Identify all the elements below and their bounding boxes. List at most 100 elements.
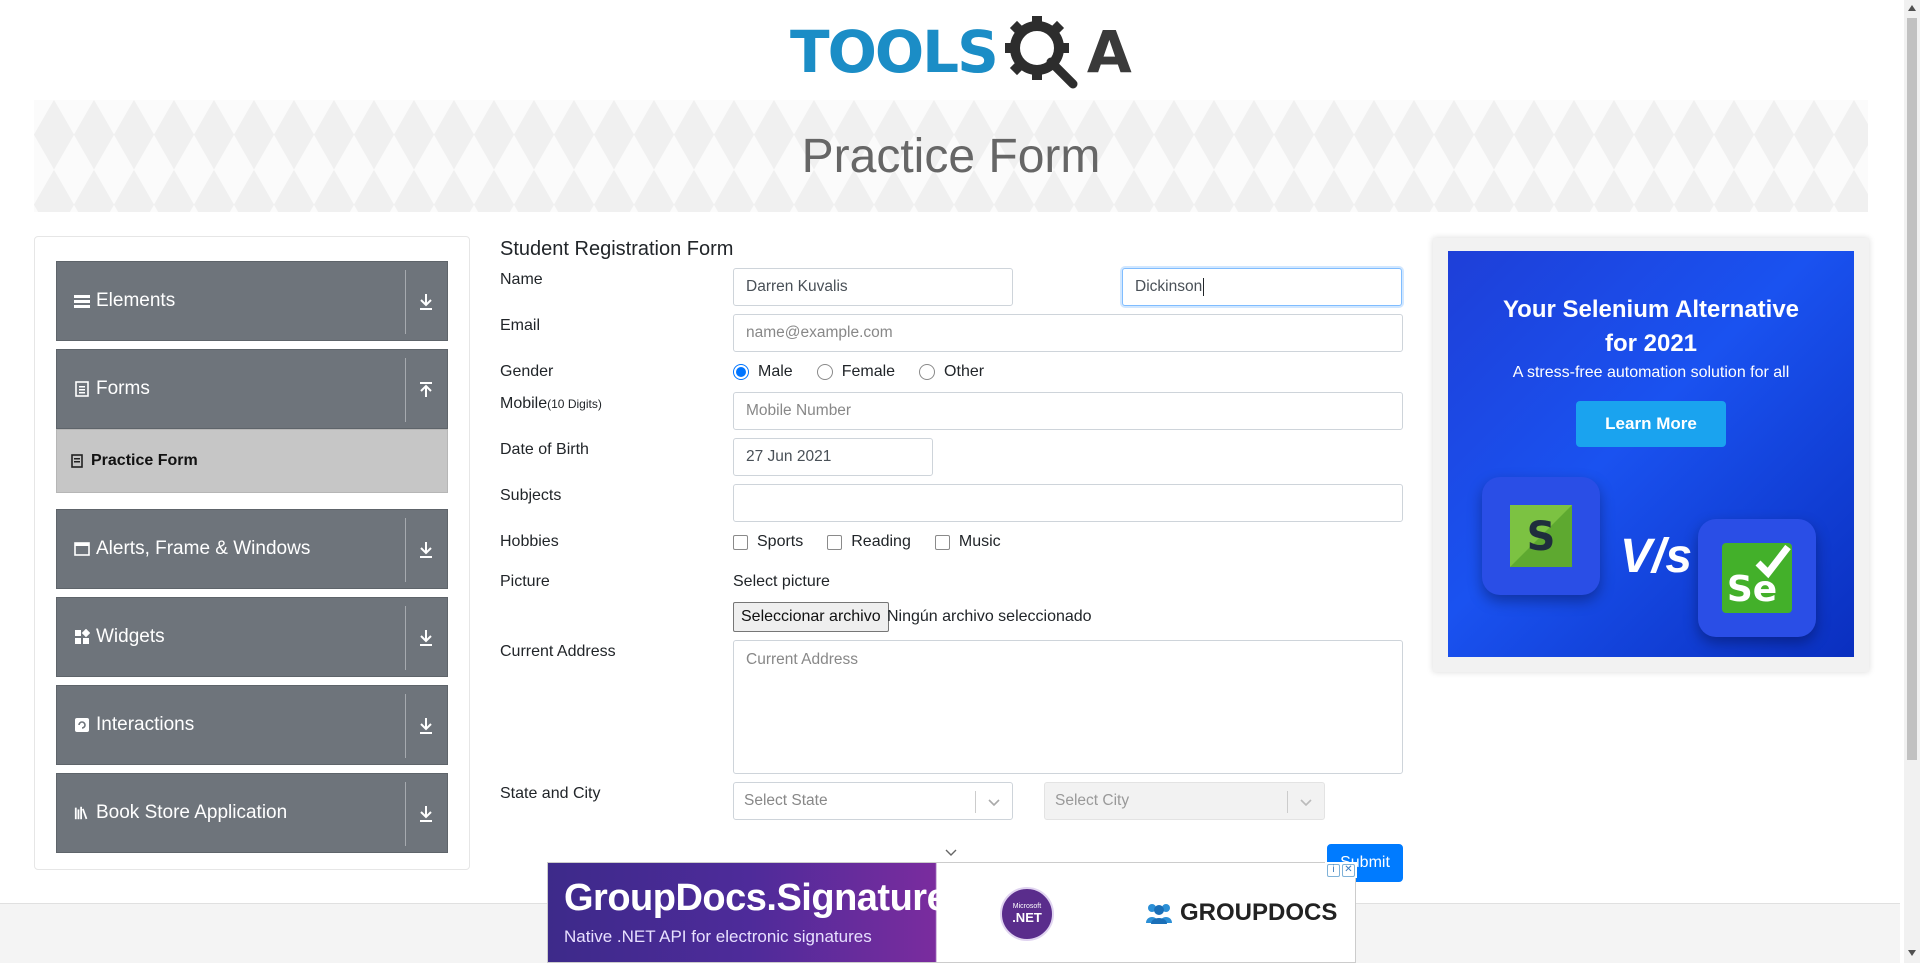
chevron-down-icon[interactable]	[1298, 794, 1314, 810]
sidebar-group-bookstore[interactable]: Book Store Application	[56, 773, 448, 853]
magnifier-gear-icon	[1004, 16, 1078, 89]
katalon-logo-icon: S	[1482, 477, 1600, 595]
choose-file-button[interactable]: Seleccionar archivo	[733, 602, 889, 632]
radio-button[interactable]	[816, 364, 833, 380]
group-label: Widgets	[96, 626, 165, 647]
divider	[405, 518, 406, 582]
dob-value: 27 Jun 2021	[746, 448, 832, 465]
checkbox[interactable]	[733, 534, 748, 550]
ad-title-line: for 2021	[1604, 330, 1698, 357]
chevron-down-icon[interactable]	[944, 848, 958, 858]
list-icon	[74, 293, 90, 309]
first-name-input[interactable]: Darren Kuvalis	[733, 268, 1013, 306]
group-header[interactable]: Alerts, Frame & Windows	[56, 509, 448, 589]
toolsqa-logo[interactable]: TOOLS A	[790, 14, 1132, 90]
current-address-textarea[interactable]: Current Address	[733, 640, 1403, 774]
sidebar-item-label: Practice Form	[91, 452, 198, 469]
gender-male-radio[interactable]: Male	[733, 363, 793, 381]
ad-logo-letter: S	[1527, 514, 1556, 560]
sidebar-item-practice-form[interactable]: Practice Form	[56, 429, 448, 493]
logo-text-tail: A	[1086, 18, 1132, 86]
window-icon	[74, 541, 90, 557]
hobby-sports-checkbox[interactable]: Sports	[733, 533, 803, 551]
chevron-down-icon[interactable]	[986, 794, 1002, 810]
expand-arrow-icon[interactable]	[415, 290, 437, 314]
select-separator	[1287, 791, 1288, 813]
group-label: Elements	[96, 290, 176, 311]
email-label: Email	[500, 317, 541, 334]
hobby-reading-checkbox[interactable]: Reading	[827, 533, 911, 551]
expand-arrow-icon[interactable]	[415, 714, 437, 738]
radio-button[interactable]	[919, 364, 936, 380]
subjects-input[interactable]	[733, 484, 1403, 522]
last-name-value: Dickinson	[1135, 278, 1203, 295]
email-placeholder: name@example.com	[746, 324, 893, 341]
first-name-value: Darren Kuvalis	[746, 278, 848, 295]
mobile-label-text: Mobile	[500, 395, 548, 412]
sidebar-group-forms[interactable]: Forms Practice Form	[56, 349, 448, 493]
scroll-up-arrow-icon[interactable]	[1907, 3, 1917, 13]
expand-arrow-icon[interactable]	[415, 626, 437, 650]
divider	[405, 358, 406, 422]
scroll-down-arrow-icon[interactable]	[1907, 948, 1917, 958]
checkbox[interactable]	[934, 534, 950, 550]
picture-label: Picture	[500, 573, 550, 590]
radio-label: Male	[758, 363, 793, 380]
divider	[405, 270, 406, 334]
ad-choices[interactable]: i ✕	[1325, 862, 1357, 878]
mobile-hint: (10 Digits)	[547, 397, 602, 411]
state-select[interactable]: Select State	[733, 782, 1013, 820]
mobile-input[interactable]: Mobile Number	[733, 392, 1403, 430]
group-header[interactable]: Elements	[56, 261, 448, 341]
ad-close-icon[interactable]: ✕	[1342, 863, 1355, 877]
site-header: TOOLS A	[0, 0, 1900, 96]
date-of-birth-input[interactable]: 27 Jun 2021	[733, 438, 933, 476]
page-banner: Practice Form	[34, 100, 1868, 212]
group-header[interactable]: Widgets	[56, 597, 448, 677]
radio-label: Other	[944, 363, 985, 380]
checkbox-label: Music	[958, 533, 1001, 550]
ad-subtitle: Native .NET API for electronic signature…	[564, 927, 872, 946]
divider	[405, 782, 406, 846]
checkbox-label: Reading	[851, 533, 911, 550]
group-header[interactable]: Interactions	[56, 685, 448, 765]
sidebar-group-widgets[interactable]: Widgets	[56, 597, 448, 677]
ad-title: Your Selenium Alternative for 2021	[1448, 293, 1854, 361]
page-title: Practice Form	[801, 129, 1101, 183]
sidebar-group-alerts[interactable]: Alerts, Frame & Windows	[56, 509, 448, 589]
city-select[interactable]: Select City	[1044, 782, 1325, 820]
collapse-arrow-icon[interactable]	[415, 378, 437, 402]
brand-text: GROUPDOCS	[1180, 899, 1338, 926]
last-name-input[interactable]: Dickinson	[1122, 268, 1402, 306]
radio-button[interactable]	[733, 364, 749, 380]
email-input[interactable]: name@example.com	[733, 314, 1403, 352]
form-icon	[71, 454, 85, 468]
divider	[405, 694, 406, 758]
checkbox[interactable]	[827, 534, 843, 550]
city-placeholder: Select City	[1055, 792, 1130, 809]
gender-female-radio[interactable]: Female	[816, 363, 895, 381]
learn-more-button[interactable]: Learn More	[1576, 401, 1726, 447]
group-label: Forms	[96, 378, 150, 399]
people-icon	[1146, 904, 1172, 924]
ad-subtitle: A stress-free automation solution for al…	[1512, 364, 1790, 381]
expand-arrow-icon[interactable]	[415, 802, 437, 826]
ad-info-icon[interactable]: i	[1327, 863, 1340, 877]
groupdocs-brand: GROUPDOCS	[1144, 899, 1337, 927]
groupdocs-ad[interactable]: GroupDocs.Signature Native .NET API for …	[547, 862, 1356, 963]
selenium-alternative-ad[interactable]: Your Selenium Alternative for 2021 A str…	[1448, 251, 1854, 657]
ad-title-line: Your Selenium Alternative	[1502, 296, 1800, 323]
group-header[interactable]: Book Store Application	[56, 773, 448, 853]
hobby-music-checkbox[interactable]: Music	[934, 533, 1001, 551]
interactions-icon	[74, 717, 90, 733]
sidebar-group-elements[interactable]: Elements	[56, 261, 448, 341]
scrollbar-thumb[interactable]	[1907, 18, 1917, 760]
gender-label: Gender	[500, 363, 554, 380]
gender-other-radio[interactable]: Other	[919, 363, 984, 381]
mobile-label: Mobile(10 Digits)	[500, 395, 602, 413]
ad-title: GroupDocs.Signature	[564, 877, 948, 919]
sidebar-group-interactions[interactable]: Interactions	[56, 685, 448, 765]
group-header[interactable]: Forms	[56, 349, 448, 429]
expand-arrow-icon[interactable]	[415, 538, 437, 562]
divider	[405, 606, 406, 670]
